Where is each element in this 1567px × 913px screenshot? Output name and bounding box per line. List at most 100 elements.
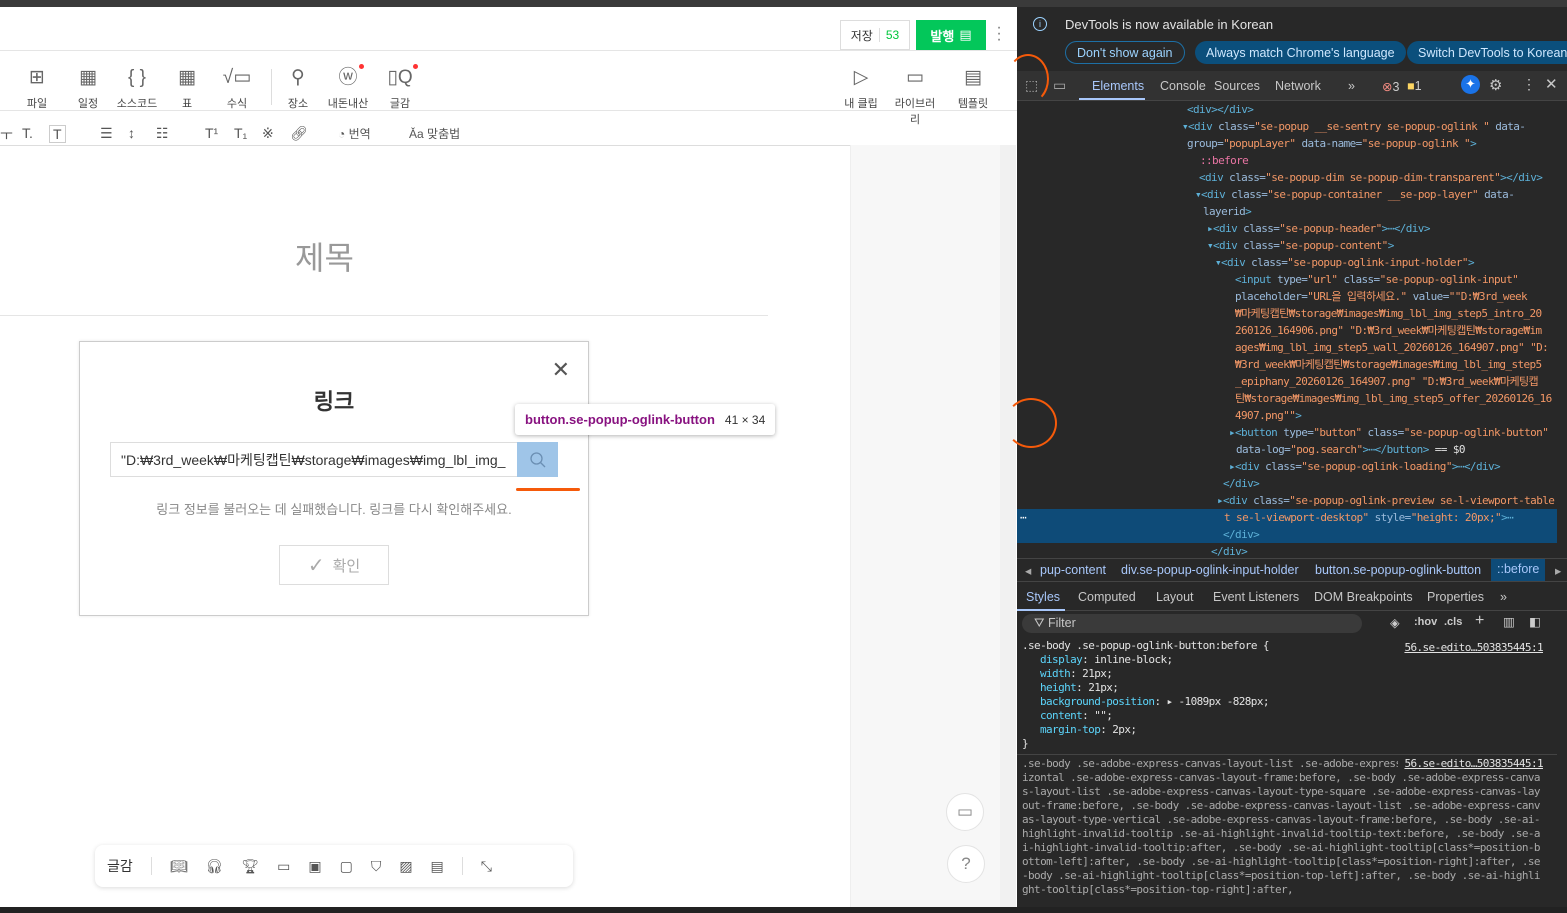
css-value[interactable]: 21px; [1082, 667, 1113, 680]
book-icon[interactable]: 📖︎ [170, 858, 188, 875]
dom-node-line[interactable]: ▾<div class="se-popup-container __se-pop… [1195, 186, 1515, 203]
tab-layout[interactable]: Layout [1156, 590, 1194, 604]
ellipsis-icon[interactable]: ⋯ [1020, 509, 1027, 526]
confirm-button[interactable]: ✓ 확인 [279, 545, 389, 585]
css-declaration[interactable]: content: ""; [1022, 709, 1553, 723]
text-bg-icon[interactable]: T [49, 125, 66, 143]
breadcrumb-scroll-left[interactable]: ◂ [1025, 563, 1031, 578]
styles-filter-input[interactable]: ⛛ Filter [1022, 614, 1362, 633]
trophy-icon[interactable]: 🏆︎ [241, 858, 259, 875]
dom-node-line[interactable]: <div></div> [1187, 101, 1254, 118]
breadcrumb-item[interactable]: div.se-popup-oglink-input-holder [1121, 563, 1299, 577]
dom-node-line[interactable]: ▾<div class="se-popup __se-sentry se-pop… [1182, 118, 1526, 135]
css-value[interactable]: ▸ -1089px -828px; [1166, 695, 1269, 708]
dom-node-line[interactable]: <input type="url" class="se-popup-oglink… [1235, 271, 1519, 288]
translate-button[interactable]: ◔ 번역 [338, 125, 371, 142]
news-icon[interactable]: ▤ [431, 858, 444, 875]
dom-node-line[interactable]: ▸<div class="se-popup-oglink-loading">⋯<… [1229, 458, 1501, 475]
css-property[interactable]: margin-top [1040, 723, 1101, 736]
rule-source-link[interactable]: 56.se-edito…503835445:1 [1404, 641, 1543, 655]
preview-button[interactable]: ▭ [946, 793, 984, 831]
dom-node-line[interactable]: ::before [1200, 152, 1249, 169]
dom-node-line[interactable]: 틴₩storage₩images₩img_lbl_img_step5_offer… [1235, 390, 1552, 407]
help-button[interactable]: ? [947, 845, 985, 883]
dom-node-line[interactable]: ▾<div class="se-popup-content"> [1207, 237, 1394, 254]
dom-node-line[interactable]: 4907.png""> [1235, 407, 1302, 424]
more-menu-icon[interactable]: · · · [995, 20, 1003, 48]
sidebar-toggle-icon[interactable]: ◧ [1529, 614, 1541, 629]
dom-node-line[interactable]: group="popupLayer" data-name="se-popup-o… [1187, 135, 1477, 152]
dom-node-line[interactable]: data-log="pog.search">⋯</button> == $0 [1236, 441, 1465, 458]
special-char-icon[interactable]: ※ [262, 125, 274, 142]
spellcheck-button[interactable]: Ǎa 맞춤법 [409, 125, 460, 142]
error-count[interactable]: ⊗3 [1382, 79, 1399, 94]
dom-node-line[interactable]: t se-l-viewport-desktop" style="height: … [1224, 509, 1514, 526]
new-rule-icon[interactable]: + [1475, 612, 1484, 630]
subscript-icon[interactable]: T₁ [234, 125, 247, 141]
css-declaration[interactable]: background-position: ▸ -1089px -828px; [1022, 695, 1553, 709]
publish-button[interactable]: 발행 ▤ [916, 20, 986, 50]
elements-tree[interactable]: ⋯ <div></div> ▾<div class="se-popup __se-… [1017, 101, 1557, 556]
device-toolbar-icon[interactable]: ▭ [1053, 77, 1066, 94]
warning-count[interactable]: ■1 [1407, 79, 1422, 93]
ai-assistant-icon[interactable]: ✦ [1461, 75, 1480, 94]
shopping-bag-icon[interactable]: ⛉ [371, 858, 382, 875]
align-icon[interactable]: ☰ [100, 125, 113, 142]
editor-scrollbar[interactable] [1000, 145, 1016, 907]
css-value[interactable]: 21px; [1088, 681, 1119, 694]
dom-node-line[interactable]: ages₩img_lbl_img_step5_wall_20260126_164… [1235, 339, 1549, 356]
tool-file-add[interactable]: ⊞ 파일 [12, 65, 62, 111]
dom-node-line[interactable]: </div> [1223, 526, 1260, 543]
tool-code-braces[interactable]: { } 소스코드 [112, 65, 162, 111]
dom-node-line[interactable]: </div> [1223, 475, 1260, 492]
tool-location-pin[interactable]: ⚲ 장소 [273, 65, 323, 111]
match-language-button[interactable]: Always match Chrome's language [1195, 41, 1406, 64]
tab-event-listeners[interactable]: Event Listeners [1213, 590, 1299, 604]
bottom-material-label[interactable]: 글감 [107, 856, 133, 876]
dom-node-line[interactable]: ▸<div class="se-popup-header">⋯</div> [1207, 220, 1430, 237]
headphones-icon[interactable]: 🎧︎ [206, 858, 224, 875]
css-property[interactable]: content [1040, 709, 1083, 722]
css-property[interactable]: display [1040, 653, 1083, 666]
hov-toggle[interactable]: :hov [1414, 616, 1437, 628]
movie-icon[interactable]: ▣ [308, 858, 321, 875]
save-button[interactable]: 저장 53 [840, 20, 910, 50]
tool-library[interactable]: ▭ 라이브러리 [890, 65, 940, 127]
cls-toggle[interactable]: .cls [1444, 616, 1462, 628]
dom-node-line[interactable]: ₩3rd_week₩마케팅캡틴₩storage₩images₩img_lbl_i… [1235, 356, 1542, 373]
tab-dom-breakpoints[interactable]: DOM Breakpoints [1314, 590, 1413, 604]
dom-node-line[interactable]: 260126_164906.png" "D:₩3rd_week₩마케팅캡틴₩st… [1235, 322, 1542, 339]
tv-icon[interactable]: ▢ [340, 858, 353, 875]
tab-elements[interactable]: Elements [1092, 79, 1144, 93]
tool-template[interactable]: ▤ 템플릿 [948, 65, 998, 111]
css-value[interactable]: inline-block; [1094, 653, 1173, 666]
breadcrumb-item-active[interactable]: ::before [1491, 559, 1546, 581]
font-icon[interactable]: ㅜ [0, 125, 13, 145]
dom-node-line[interactable]: layerid> [1203, 203, 1252, 220]
css-declaration[interactable]: width: 21px; [1022, 667, 1553, 681]
settings-gear-icon[interactable]: ⚙ [1489, 76, 1502, 94]
tool-my-money[interactable]: ⓦ 내돈내산 [323, 65, 373, 111]
link-icon[interactable]: 🔗︎ [290, 125, 308, 142]
more-tabs-icon[interactable]: » [1348, 79, 1355, 93]
more-tabs-icon[interactable]: » [1500, 590, 1507, 604]
dom-node-line[interactable]: ₩마케팅캡틴₩storage₩images₩img_lbl_img_step5_… [1235, 305, 1542, 322]
tab-console[interactable]: Console [1160, 79, 1206, 93]
link-url-input[interactable] [110, 442, 518, 477]
tool-table[interactable]: ▦ 표 [162, 65, 212, 111]
css-property[interactable]: background-position [1040, 695, 1155, 708]
dom-node-line[interactable]: placeholder="URL을 입력하세요." value=""D:₩3rd… [1235, 288, 1528, 305]
tab-network[interactable]: Network [1275, 79, 1321, 93]
rule-source-link[interactable]: 56.se-edito…503835445:1 [1398, 757, 1544, 771]
link-search-button[interactable] [517, 442, 558, 477]
css-declaration[interactable]: height: 21px; [1022, 681, 1553, 695]
draft-count[interactable]: 53 [878, 28, 899, 42]
line-height-icon[interactable]: ↕ [128, 125, 135, 141]
css-value[interactable]: ""; [1094, 709, 1113, 722]
css-declaration[interactable]: margin-top: 2px; [1022, 723, 1553, 737]
text-color-icon[interactable]: T. [22, 125, 33, 141]
title-input[interactable]: 제목 [295, 233, 354, 279]
dont-show-again-button[interactable]: Don't show again [1065, 41, 1185, 64]
tool-play-clip[interactable]: ▷ 내 클립 [836, 65, 886, 111]
layers-icon[interactable]: ◈ [1390, 615, 1400, 630]
